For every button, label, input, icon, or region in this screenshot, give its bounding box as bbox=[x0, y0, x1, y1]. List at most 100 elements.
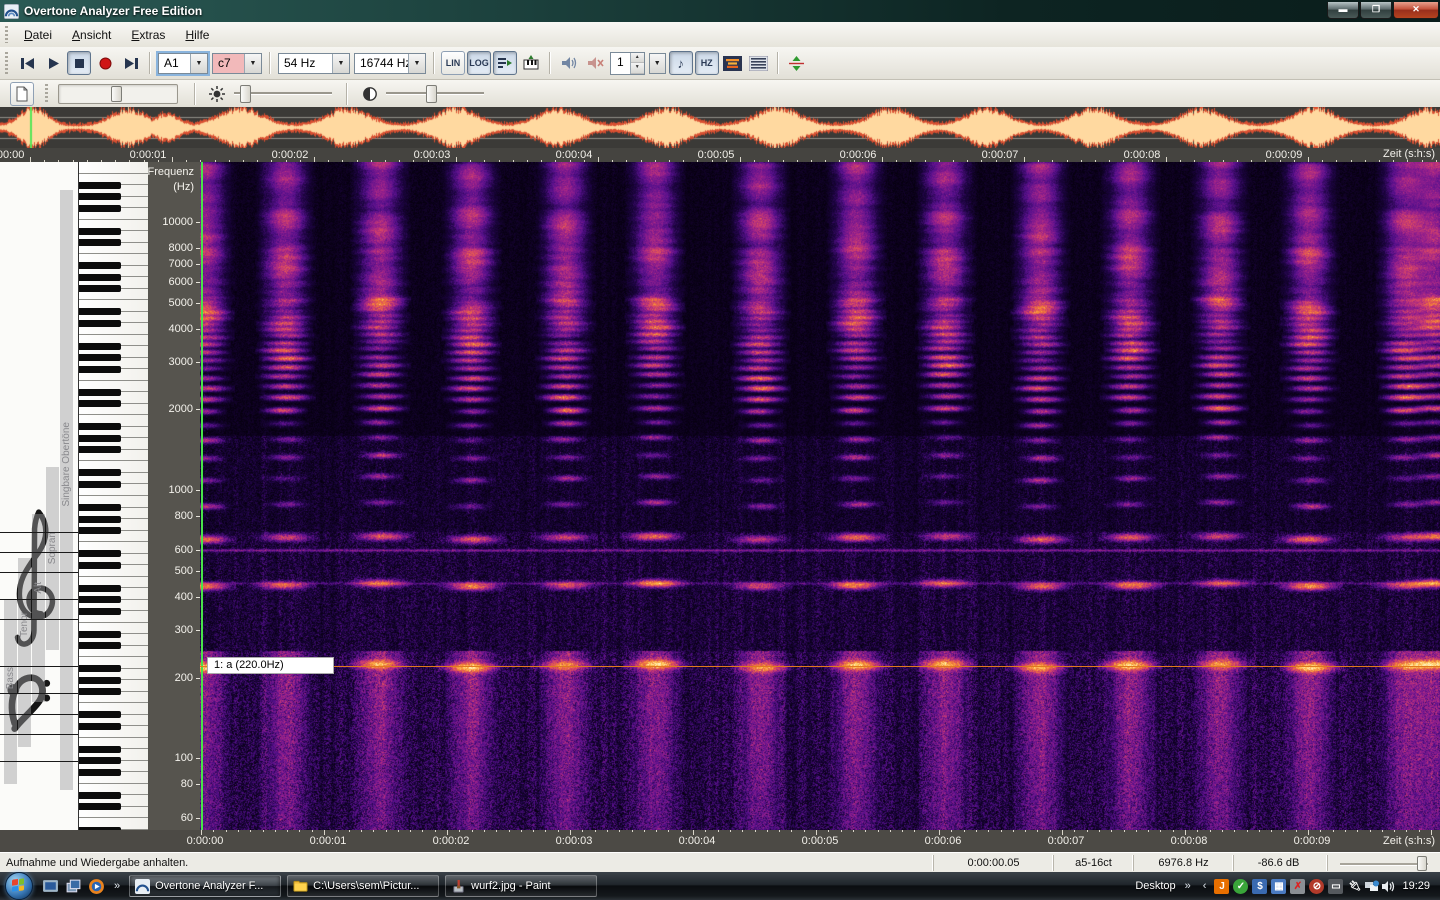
speaker-button[interactable] bbox=[557, 51, 581, 75]
waveform-display[interactable] bbox=[0, 107, 1440, 148]
contrast-slider[interactable] bbox=[386, 85, 484, 103]
chevron-down-icon[interactable]: ▼ bbox=[408, 53, 425, 73]
black-key[interactable] bbox=[79, 193, 121, 201]
black-key[interactable] bbox=[79, 204, 121, 212]
security-check-tray-icon[interactable]: ✓ bbox=[1233, 878, 1249, 894]
play-button[interactable] bbox=[41, 51, 65, 75]
contrast-slider-thumb[interactable] bbox=[426, 85, 437, 103]
harmonic-spinner[interactable]: 1 ▲ ▼ bbox=[610, 51, 645, 75]
min-freq-combobox[interactable]: 54 Hz ▼ bbox=[278, 52, 350, 74]
update-tray-icon[interactable]: $ bbox=[1252, 878, 1268, 894]
export-button[interactable] bbox=[493, 51, 517, 75]
quicklaunch-overflow-chevron[interactable]: » bbox=[114, 880, 120, 892]
black-key[interactable] bbox=[79, 504, 121, 512]
menu-datei[interactable]: Datei bbox=[14, 25, 62, 45]
sync-blocked-tray-icon[interactable]: ⊘ bbox=[1309, 878, 1325, 894]
chevron-down-icon[interactable]: ▼ bbox=[190, 53, 207, 73]
log-scale-button[interactable]: LOG bbox=[467, 51, 491, 75]
spectrogram-time-ruler[interactable]: Zeit (s:h:s) 0:00:00 0:00:01 0:00:02 0:00:0… bbox=[0, 830, 1440, 852]
black-key[interactable] bbox=[79, 365, 121, 373]
fit-vertical-button[interactable] bbox=[785, 51, 809, 75]
black-key[interactable] bbox=[79, 803, 121, 811]
volume-icon[interactable] bbox=[1380, 879, 1396, 894]
desktop-toolbar-label[interactable]: Desktop bbox=[1135, 880, 1175, 892]
note-display-button[interactable]: ♪ bbox=[668, 51, 693, 75]
record-button[interactable] bbox=[93, 51, 117, 75]
piano-keyboard[interactable] bbox=[78, 162, 149, 830]
zoom-trackbar-thumb[interactable] bbox=[111, 85, 122, 102]
taskbar-task-explorer[interactable]: C:\Users\sem\Pictur... bbox=[287, 875, 440, 897]
input-tray-icon[interactable]: ✗ bbox=[1290, 878, 1306, 894]
black-key[interactable] bbox=[79, 480, 121, 488]
desktop-toolbar-chevron[interactable]: » bbox=[1185, 880, 1191, 892]
high-note-combobox[interactable]: c7 ▼ bbox=[212, 52, 262, 74]
spectrogram-panel[interactable] bbox=[200, 162, 1440, 830]
black-key[interactable] bbox=[79, 181, 121, 189]
display-tray-icon[interactable]: ▦ bbox=[1271, 878, 1287, 894]
spinner-arrows[interactable]: ▲ ▼ bbox=[629, 52, 644, 74]
close-button[interactable]: ✕ bbox=[1393, 1, 1439, 19]
menu-hilfe[interactable]: Hilfe bbox=[175, 25, 219, 45]
waveform-time-ruler[interactable]: Zeit (s:h:s) 0:00:00 0:00:01 0:00:02 0:00:0… bbox=[0, 148, 1440, 162]
staff-view-button[interactable] bbox=[747, 51, 771, 75]
harmonic-dropdown[interactable]: ▼ bbox=[648, 52, 666, 74]
black-key[interactable] bbox=[79, 561, 121, 569]
marker-line-220hz[interactable] bbox=[200, 666, 1440, 667]
black-key[interactable] bbox=[79, 239, 121, 247]
black-key[interactable] bbox=[79, 469, 121, 477]
black-key[interactable] bbox=[79, 550, 121, 558]
black-key[interactable] bbox=[79, 791, 121, 799]
keyboard-view-button[interactable] bbox=[519, 51, 543, 75]
taskbar-task-paint[interactable]: wurf2.jpg - Paint bbox=[445, 875, 598, 897]
black-key[interactable] bbox=[79, 584, 121, 592]
java-tray-icon[interactable]: J bbox=[1214, 878, 1230, 894]
monitor-tray-icon[interactable]: ▭ bbox=[1328, 878, 1344, 894]
black-key[interactable] bbox=[79, 446, 121, 454]
low-note-combobox[interactable]: A1 ▼ bbox=[156, 50, 210, 76]
menu-extras[interactable]: Extras bbox=[121, 25, 175, 45]
black-key[interactable] bbox=[79, 319, 121, 327]
black-key[interactable] bbox=[79, 354, 121, 362]
switch-windows-icon[interactable] bbox=[65, 878, 82, 895]
black-key[interactable] bbox=[79, 400, 121, 408]
black-key[interactable] bbox=[79, 273, 121, 281]
taskbar-task-overtone[interactable]: Overtone Analyzer F... bbox=[129, 875, 282, 897]
black-key[interactable] bbox=[79, 262, 121, 270]
status-zoom-slider[interactable] bbox=[1327, 855, 1430, 871]
skip-end-button[interactable] bbox=[119, 51, 143, 75]
power-plug-icon[interactable]: 🔌︎ bbox=[1347, 879, 1362, 894]
black-key[interactable] bbox=[79, 676, 121, 684]
status-zoom-thumb[interactable] bbox=[1417, 856, 1427, 871]
black-key[interactable] bbox=[79, 388, 121, 396]
black-key[interactable] bbox=[79, 630, 121, 638]
chevron-down-icon[interactable]: ▼ bbox=[244, 53, 261, 73]
marker-label[interactable]: 1: a (220.0Hz) bbox=[207, 657, 334, 674]
black-key[interactable] bbox=[79, 285, 121, 293]
waveform-panel[interactable] bbox=[0, 107, 1440, 148]
black-key[interactable] bbox=[79, 768, 121, 776]
taskbar-clock[interactable]: 19:29 bbox=[1402, 880, 1430, 892]
stop-button[interactable] bbox=[67, 51, 91, 75]
black-key[interactable] bbox=[79, 722, 121, 730]
restore-button[interactable]: ❐ bbox=[1360, 1, 1392, 19]
playhead-cursor[interactable] bbox=[201, 162, 203, 830]
brightness-slider[interactable] bbox=[234, 85, 332, 103]
chevron-down-icon[interactable]: ▼ bbox=[332, 53, 349, 73]
minimize-button[interactable]: ▬ bbox=[1327, 1, 1359, 19]
black-key[interactable] bbox=[79, 688, 121, 696]
black-key[interactable] bbox=[79, 227, 121, 235]
white-key[interactable] bbox=[79, 162, 149, 174]
black-key[interactable] bbox=[79, 596, 121, 604]
tray-expand-chevron[interactable]: ‹ bbox=[1203, 880, 1207, 892]
linear-scale-button[interactable]: LIN bbox=[441, 51, 465, 75]
black-key[interactable] bbox=[79, 745, 121, 753]
hz-display-button[interactable]: HZ bbox=[694, 51, 719, 75]
black-key[interactable] bbox=[79, 607, 121, 615]
black-key[interactable] bbox=[79, 711, 121, 719]
zoom-trackbar[interactable] bbox=[58, 83, 178, 104]
skip-start-button[interactable] bbox=[15, 51, 39, 75]
menu-ansicht[interactable]: Ansicht bbox=[62, 25, 121, 45]
new-document-button[interactable] bbox=[10, 81, 34, 106]
black-key[interactable] bbox=[79, 434, 121, 442]
media-player-icon[interactable] bbox=[88, 878, 105, 895]
